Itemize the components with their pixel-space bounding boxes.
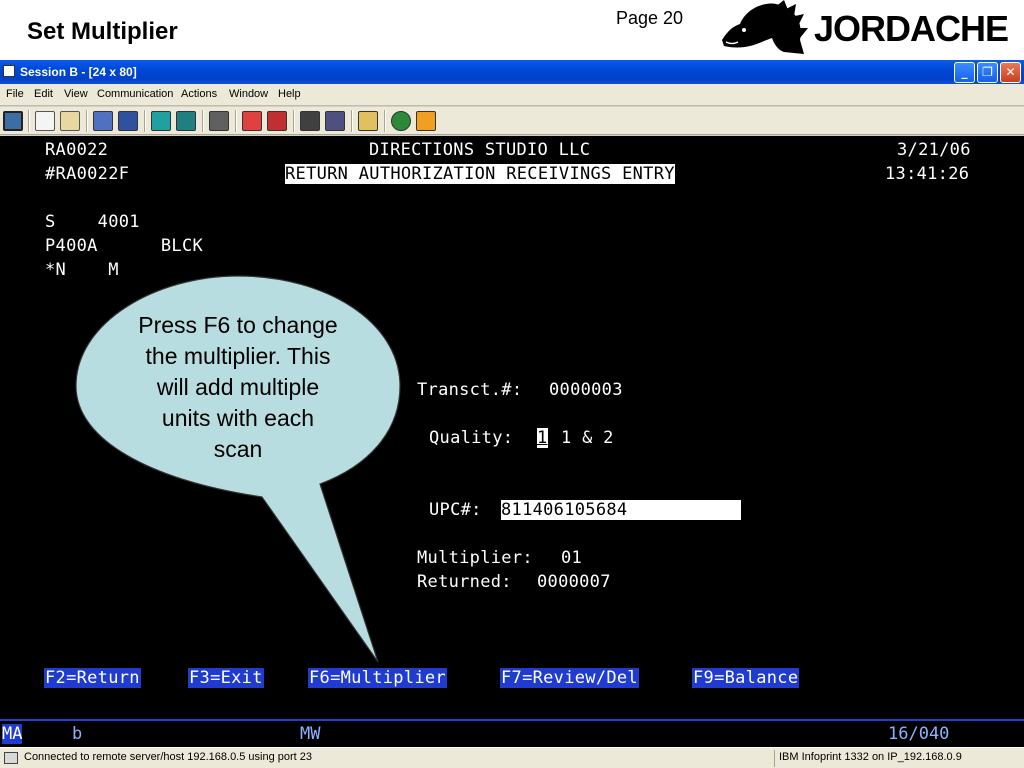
program-id: RA0022	[45, 140, 109, 160]
callout-line-4: units with each	[161, 405, 315, 431]
macro-icon[interactable]	[209, 111, 229, 131]
oia-mode: MA	[2, 724, 23, 744]
operator-info-area: MA b MW 16/040	[0, 719, 1024, 747]
toolbar	[0, 107, 1024, 135]
paste-icon[interactable]	[60, 111, 80, 131]
f9-balance-key[interactable]: F9=Balance	[692, 668, 800, 688]
print-screen-icon[interactable]	[3, 111, 23, 131]
returned-value: 0000007	[537, 572, 611, 592]
page-number: Page 20	[616, 8, 684, 28]
f6-multiplier-key[interactable]: F6=Multiplier	[308, 668, 447, 688]
printer-status: IBM Infoprint 1332 on IP_192.168.0.9	[779, 751, 962, 763]
transfer-icon[interactable]	[300, 111, 320, 131]
menu-actions[interactable]: Actions	[181, 88, 217, 100]
clipboard-icon[interactable]	[358, 111, 378, 131]
menu-bar: File Edit View Communication Actions Win…	[0, 84, 1024, 106]
callout-line-5: scan	[213, 436, 263, 462]
globe-icon[interactable]	[391, 111, 411, 131]
terminal-line-7: *N M	[45, 260, 119, 280]
returned-label: Returned:	[417, 572, 512, 592]
menu-help[interactable]: Help	[278, 88, 301, 100]
screen-id: #RA0022F	[45, 164, 130, 184]
keyboard-icon[interactable]	[176, 111, 196, 131]
slide-title: Set Multiplier	[27, 18, 178, 45]
menu-file[interactable]: File	[6, 88, 24, 100]
callout-text: Press F6 to change the multiplier. This …	[100, 310, 376, 465]
quality-options: 1 & 2	[561, 428, 614, 448]
close-button[interactable]: ✕	[1000, 62, 1021, 83]
logo-text: JORDACHE	[814, 8, 1009, 49]
f2-return-key[interactable]: F2=Return	[44, 668, 141, 688]
screen-title: RETURN AUTHORIZATION RECEIVINGS ENTRY	[285, 164, 675, 184]
connection-icon	[4, 752, 18, 764]
menu-communication[interactable]: Communication	[97, 88, 173, 100]
display-icon[interactable]	[151, 111, 171, 131]
copy-icon[interactable]	[35, 111, 55, 131]
restore-button[interactable]: ❐	[977, 62, 998, 83]
upc-label: UPC#:	[429, 500, 482, 520]
help-icon[interactable]	[416, 111, 436, 131]
menu-view[interactable]: View	[64, 88, 88, 100]
transact-value: 0000003	[549, 380, 623, 400]
company-name: DIRECTIONS STUDIO LLC	[369, 140, 591, 160]
connection-status: Connected to remote server/host 192.168.…	[24, 751, 313, 763]
menu-window[interactable]: Window	[229, 88, 268, 100]
multiplier-value: 01	[561, 548, 583, 568]
status-bar: Connected to remote server/host 192.168.…	[0, 747, 1024, 768]
window-title: Session B - [24 x 80]	[20, 65, 137, 79]
terminal-app-icon[interactable]	[3, 65, 15, 77]
terminal-line-6: P400A BLCK	[45, 236, 204, 256]
screen-date: 3/21/06	[897, 140, 971, 160]
callout-line-1: Press F6 to change	[138, 312, 338, 338]
f7-review-del-key[interactable]: F7=Review/Del	[500, 668, 639, 688]
f3-exit-key[interactable]: F3=Exit	[188, 668, 264, 688]
terminal-line-5: S 4001	[45, 212, 140, 232]
minimize-button[interactable]: _	[954, 62, 975, 83]
title-bar[interactable]: Session B - [24 x 80] _ ❐ ✕	[0, 60, 1024, 84]
jordache-logo: JORDACHE	[714, 0, 1020, 58]
screen-time: 13:41:26	[885, 164, 970, 184]
multiplier-label: Multiplier:	[417, 548, 533, 568]
callout-line-2: the multiplier. This	[145, 343, 331, 369]
playback-icon[interactable]	[267, 111, 287, 131]
callout-line-3: will add multiple	[156, 374, 320, 400]
receive-file-icon[interactable]	[325, 111, 345, 131]
send-icon[interactable]	[93, 111, 113, 131]
upc-field[interactable]: 811406105684	[501, 500, 741, 522]
oia-b: b	[72, 724, 83, 744]
record-icon[interactable]	[242, 111, 262, 131]
quality-field[interactable]: 1	[537, 428, 548, 448]
oia-mw: MW	[300, 724, 321, 744]
quality-label: Quality:	[429, 428, 514, 448]
menu-edit[interactable]: Edit	[34, 88, 53, 100]
receive-icon[interactable]	[118, 111, 138, 131]
cursor-position: 16/040	[888, 724, 950, 744]
transact-label: Transct.#:	[417, 380, 523, 400]
horse-head-icon	[722, 0, 808, 54]
